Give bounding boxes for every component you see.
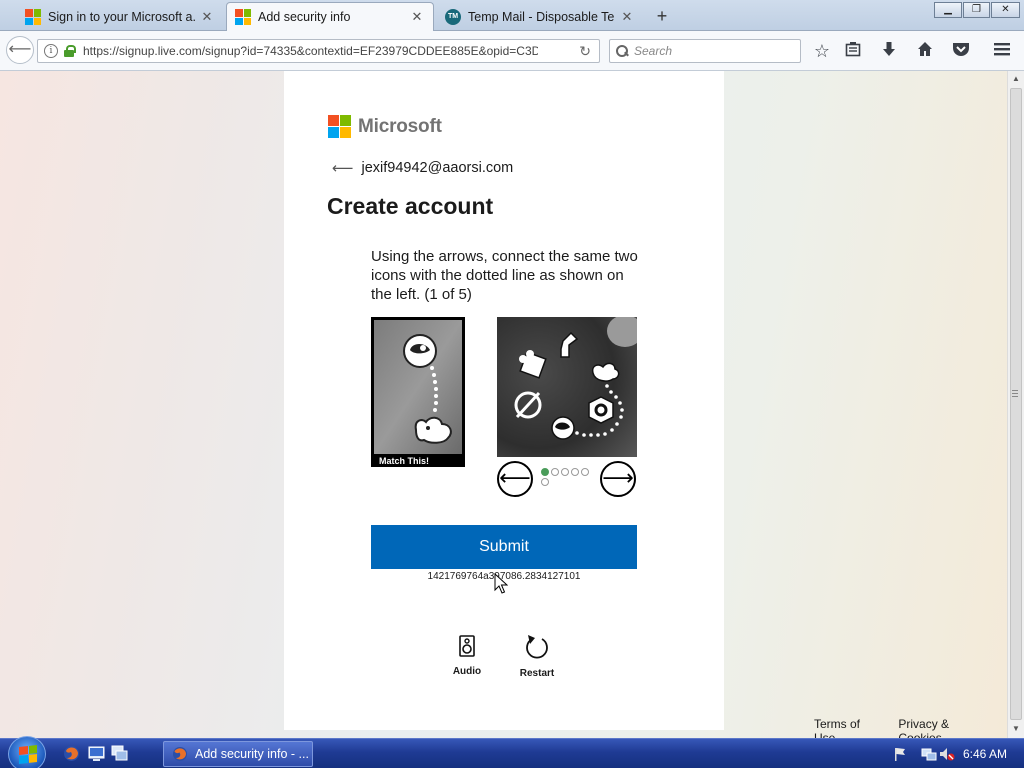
bookmark-star-icon[interactable]: ☆: [811, 40, 833, 62]
restore-button[interactable]: ❐: [963, 2, 990, 18]
scrollbar-grip: [1012, 390, 1018, 397]
brand-name: Microsoft: [358, 115, 442, 137]
firefox-quicklaunch-icon[interactable]: [63, 745, 80, 762]
search-icon: [616, 45, 628, 57]
menu-icon[interactable]: [991, 40, 1013, 62]
captcha-puzzle-image[interactable]: [497, 315, 643, 457]
tab-label: Sign in to your Microsoft a...: [48, 10, 195, 24]
tab-signin[interactable]: Sign in to your Microsoft a... ✕: [16, 3, 224, 31]
taskbar-window-label: Add security info - ...: [195, 747, 309, 761]
privacy-link[interactable]: Privacy & Cookies: [898, 717, 987, 738]
microsoft-logo-icon: [235, 9, 251, 25]
network-icon[interactable]: [921, 746, 937, 762]
captcha-instructions: Using the arrows, connect the same two i…: [371, 248, 638, 303]
restart-icon: [526, 635, 548, 659]
speaker-icon: [459, 635, 475, 657]
url-text[interactable]: https://signup.live.com/signup?id=74335&…: [83, 44, 538, 58]
tab-temp-mail[interactable]: TM Temp Mail - Disposable Te... ✕: [436, 3, 644, 31]
footer-links: Terms of Use Privacy & Cookies: [814, 717, 1007, 738]
restart-button[interactable]: Restart: [512, 635, 562, 679]
temp-mail-icon: TM: [445, 9, 461, 25]
tab-label: Add security info: [258, 10, 351, 24]
sample-picture: [374, 320, 462, 454]
firefox-icon: [173, 747, 187, 761]
signup-card: Microsoft ⟵ jexif94942@aaorsi.com Create…: [284, 71, 724, 730]
tab-strip: Sign in to your Microsoft a... ✕ Add sec…: [0, 0, 1024, 32]
progress-dot: [541, 468, 549, 476]
close-icon[interactable]: ✕: [199, 9, 215, 25]
tab-label: Temp Mail - Disposable Te...: [468, 10, 615, 24]
back-arrow-icon[interactable]: ⟵: [332, 159, 354, 177]
flag-icon[interactable]: [892, 746, 908, 762]
audio-button[interactable]: Audio: [442, 635, 492, 677]
address-bar[interactable]: i https://signup.live.com/signup?id=7433…: [37, 39, 600, 63]
puzzle-picture: [497, 315, 643, 457]
new-tab-button[interactable]: +: [652, 6, 672, 26]
close-icon[interactable]: ✕: [409, 9, 425, 25]
tab-add-security-info[interactable]: Add security info ✕: [226, 2, 434, 32]
page-viewport: Microsoft ⟵ jexif94942@aaorsi.com Create…: [0, 71, 1007, 738]
vertical-scrollbar[interactable]: ▲ ▼: [1007, 71, 1024, 738]
lock-icon: [64, 45, 76, 57]
pocket-icon[interactable]: [950, 40, 972, 62]
close-icon[interactable]: ✕: [619, 9, 635, 25]
system-clock[interactable]: 6:46 AM: [963, 747, 1007, 761]
progress-dots: [541, 468, 593, 490]
info-icon[interactable]: i: [44, 44, 58, 58]
search-placeholder: Search: [634, 44, 673, 58]
progress-dot: [561, 468, 569, 476]
progress-dot: [581, 468, 589, 476]
next-arrow-button[interactable]: ⟶: [600, 461, 636, 497]
download-icon[interactable]: [878, 40, 900, 62]
search-input[interactable]: Search: [609, 39, 801, 63]
restart-label: Restart: [519, 668, 555, 679]
switch-windows-icon[interactable]: [111, 745, 128, 762]
home-icon[interactable]: [914, 40, 936, 62]
windows-taskbar: Add security info - ... 6:46 AM: [0, 736, 1024, 768]
windows-logo-icon: [19, 745, 37, 764]
system-tray: 6:46 AM: [887, 739, 1024, 768]
mouse-cursor-icon: [494, 573, 508, 594]
captcha-sample-image: Match This!: [371, 317, 465, 467]
previous-arrow-button[interactable]: ⟵: [497, 461, 533, 497]
microsoft-brand: Microsoft: [328, 115, 442, 138]
terms-link[interactable]: Terms of Use: [814, 717, 878, 738]
scroll-up-arrow[interactable]: ▲: [1008, 71, 1024, 87]
identity-banner[interactable]: ⟵ jexif94942@aaorsi.com: [332, 159, 513, 177]
progress-dot: [541, 478, 549, 486]
minimize-button[interactable]: ▁: [934, 2, 962, 18]
microsoft-logo-icon: [25, 9, 41, 25]
close-window-button[interactable]: ✕: [991, 2, 1020, 18]
volume-muted-icon[interactable]: [939, 746, 955, 762]
audio-label: Audio: [452, 666, 482, 677]
scroll-down-arrow[interactable]: ▼: [1008, 721, 1024, 737]
page-title: Create account: [327, 193, 494, 219]
scrollbar-thumb[interactable]: [1010, 88, 1022, 720]
taskbar-firefox-window[interactable]: Add security info - ...: [163, 741, 313, 767]
microsoft-logo-icon: [328, 115, 351, 138]
sample-caption: Match This!: [379, 456, 430, 466]
reading-list-icon[interactable]: [842, 40, 864, 62]
show-desktop-icon[interactable]: [88, 745, 105, 762]
start-button[interactable]: [8, 736, 46, 768]
back-button[interactable]: ⟵: [6, 36, 34, 64]
progress-dot: [551, 468, 559, 476]
progress-dot: [571, 468, 579, 476]
reload-icon[interactable]: ↻: [579, 43, 591, 60]
account-email: jexif94942@aaorsi.com: [361, 160, 514, 176]
navigation-toolbar: ⟵ i https://signup.live.com/signup?id=74…: [0, 31, 1024, 71]
submit-button[interactable]: Submit: [371, 525, 637, 569]
